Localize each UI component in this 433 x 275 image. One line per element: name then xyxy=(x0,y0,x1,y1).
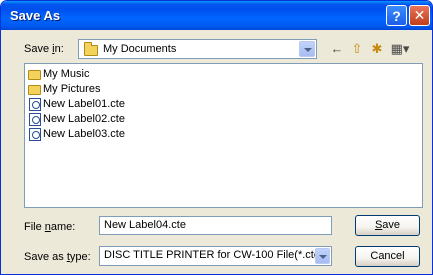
save-as-type-dropdown[interactable]: DISC TITLE PRINTER for CW-100 File(*.cte xyxy=(99,246,332,266)
view-menu-icon[interactable]: ▦▾ xyxy=(387,40,413,58)
file-list[interactable]: My Music My Pictures New Label01.cte New… xyxy=(24,63,423,208)
title-bar[interactable]: Save As ? ✕ xyxy=(1,1,432,30)
save-in-value: My Documents xyxy=(103,43,177,55)
chevron-down-icon[interactable] xyxy=(315,248,330,264)
cte-file-icon xyxy=(29,98,41,111)
file-name-input[interactable]: New Label04.cte xyxy=(99,216,332,235)
save-as-type-label: Save as type: xyxy=(24,251,91,263)
new-folder-icon[interactable]: ✱ xyxy=(368,40,386,58)
save-in-dropdown[interactable]: My Documents xyxy=(78,39,317,59)
save-as-dialog: Save As ? ✕ Save in: My Documents ← ⇧ ✱ … xyxy=(0,0,433,275)
folder-music-icon xyxy=(28,70,41,80)
file-name-label: File name: xyxy=(24,221,76,233)
save-in-label: Save in: xyxy=(24,43,64,55)
save-button[interactable]: Save xyxy=(355,215,420,236)
folder-pictures-icon xyxy=(28,85,41,95)
chevron-down-icon[interactable] xyxy=(299,41,315,57)
close-icon: ✕ xyxy=(413,7,426,23)
up-one-level-icon[interactable]: ⇧ xyxy=(348,40,366,58)
cte-file-icon xyxy=(29,113,41,126)
cancel-button[interactable]: Cancel xyxy=(355,246,420,267)
back-icon[interactable]: ← xyxy=(328,40,346,58)
close-button[interactable]: ✕ xyxy=(409,5,430,26)
help-button[interactable]: ? xyxy=(386,5,407,26)
my-documents-folder-icon xyxy=(84,42,98,56)
help-icon: ? xyxy=(392,7,401,24)
cte-file-icon xyxy=(29,128,41,141)
save-as-type-value: DISC TITLE PRINTER for CW-100 File(*.cte xyxy=(104,249,320,261)
dialog-title: Save As xyxy=(10,8,61,23)
